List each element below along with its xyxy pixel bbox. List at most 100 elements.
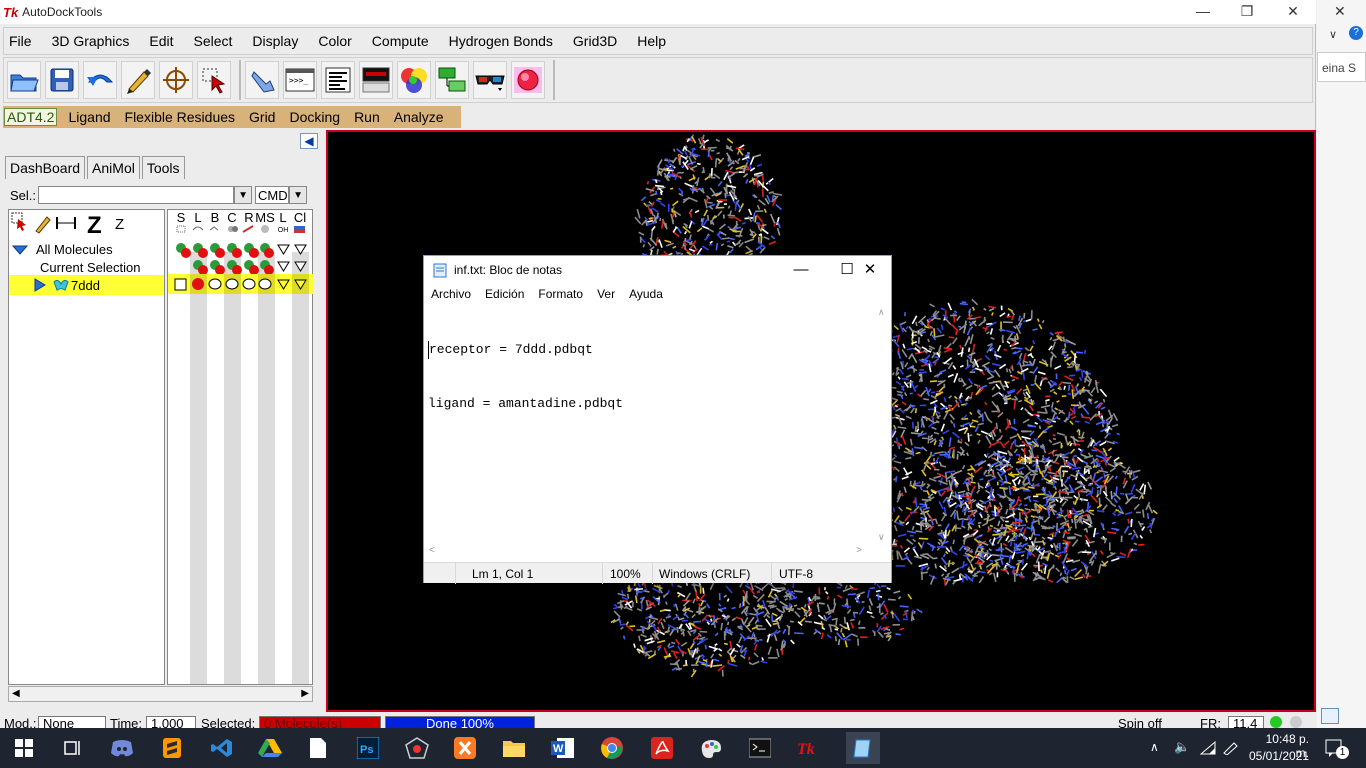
col-header-l: L <box>194 210 201 225</box>
cmd-dropdown-icon[interactable]: ▼ <box>289 186 308 204</box>
notepad-taskbar-icon[interactable] <box>846 732 880 764</box>
pencil-icon[interactable] <box>121 61 155 99</box>
toolbar-separator <box>239 60 241 100</box>
scroll-up-icon[interactable]: ∧ <box>878 307 885 318</box>
tree-row-7ddd[interactable]: 7ddd <box>9 275 164 295</box>
python-shell-icon[interactable]: >>>_ <box>283 61 317 99</box>
menu-file[interactable]: File <box>9 33 32 49</box>
notepad-title: inf.txt: Bloc de notas <box>454 263 563 277</box>
selection-row: Sel.: ▼ CMD ▼ <box>10 186 308 204</box>
menu-edit[interactable]: Edit <box>149 33 173 49</box>
windows-start-icon[interactable] <box>12 736 36 760</box>
adt-menu-flexible-residues[interactable]: Flexible Residues <box>125 109 236 125</box>
menu-hydrogen-bonds[interactable]: Hydrogen Bonds <box>449 33 553 49</box>
file-icon[interactable] <box>306 736 330 760</box>
notepad-horizontal-scrollbar[interactable]: < > <box>425 545 876 560</box>
adt-menu-bar: ADT4.2 Ligand Flexible Residues Grid Doc… <box>3 106 461 128</box>
adt-menu-docking[interactable]: Docking <box>289 109 340 125</box>
notepad-line-2: ligand = amantadine.pdbqt <box>428 396 624 411</box>
menu-color[interactable]: Color <box>318 33 351 49</box>
tk-app-icon[interactable]: Tk <box>797 736 821 760</box>
notepad-menu-edicion[interactable]: Edición <box>485 287 524 301</box>
google-drive-icon[interactable] <box>258 736 282 760</box>
vscode-icon[interactable] <box>210 736 234 760</box>
scroll-left-icon[interactable]: < <box>429 545 435 556</box>
network-icon[interactable] <box>435 61 469 99</box>
notepad-cursor-position: Lm 1, Col 1 <box>472 567 534 581</box>
notepad-close-button[interactable]: ✕ <box>847 256 893 284</box>
color-cube-icon[interactable] <box>397 61 431 99</box>
notepad-text-area[interactable]: receptor = 7ddd.pdbqt ligand = amantadin… <box>427 305 877 545</box>
stereo-glasses-icon[interactable] <box>473 61 507 99</box>
adt-menu-analyze[interactable]: Analyze <box>394 109 444 125</box>
monitor-icon[interactable] <box>359 61 393 99</box>
chevron-up-icon[interactable]: ∧ <box>1150 740 1159 754</box>
expand-arrow-icon[interactable] <box>12 244 28 256</box>
paint-icon[interactable] <box>699 736 723 760</box>
notepad-menu-ver[interactable]: Ver <box>597 287 615 301</box>
chevron-down-icon[interactable]: ∨ <box>1329 28 1337 41</box>
menu-compute[interactable]: Compute <box>372 33 429 49</box>
close-button[interactable]: ✕ <box>1270 0 1316 24</box>
cmd-combobox[interactable]: CMD <box>255 186 290 204</box>
molecule-surface-icon[interactable] <box>511 61 545 99</box>
maximize-button[interactable]: ❐ <box>1224 0 1270 24</box>
discord-icon[interactable] <box>110 736 134 760</box>
scroll-right-icon[interactable]: > <box>856 545 862 556</box>
adt-menu-run[interactable]: Run <box>354 109 380 125</box>
menu-help[interactable]: Help <box>637 33 666 49</box>
taskbar-clock-date[interactable]: 05/01/2021 <box>1249 749 1309 763</box>
collapse-panel-icon[interactable]: ◀ <box>300 133 318 149</box>
menu-display[interactable]: Display <box>252 33 298 49</box>
col-header-s: S <box>177 210 186 225</box>
adt-menu-grid[interactable]: Grid <box>249 109 275 125</box>
menu-3d-graphics[interactable]: 3D Graphics <box>52 33 130 49</box>
tab-tools[interactable]: Tools <box>141 156 185 179</box>
word-icon[interactable]: W <box>551 736 575 760</box>
notepad-minimize-button[interactable]: — <box>778 256 824 284</box>
menu-grid3d[interactable]: Grid3D <box>573 33 617 49</box>
tree-row-current-selection[interactable]: Current Selection <box>40 260 140 275</box>
crosshair-icon[interactable] <box>159 61 193 99</box>
tab-animol[interactable]: AniMol <box>87 156 140 179</box>
adt-menu-ligand[interactable]: Ligand <box>68 109 110 125</box>
file-explorer-icon[interactable] <box>502 736 526 760</box>
save-icon[interactable] <box>45 61 79 99</box>
view-mode-icon[interactable] <box>1321 708 1339 724</box>
background-user-label: eina S <box>1317 52 1366 82</box>
task-view-icon[interactable] <box>60 736 84 760</box>
select-pick-icon[interactable] <box>197 61 231 99</box>
molecular-viewer-icon[interactable] <box>405 736 429 760</box>
collapsed-arrow-icon[interactable] <box>33 278 47 292</box>
selection-input[interactable] <box>38 186 235 204</box>
dashboard-horizontal-scrollbar[interactable]: ◀ ▶ <box>8 686 313 702</box>
text-align-icon[interactable] <box>321 61 355 99</box>
notepad-menu-archivo[interactable]: Archivo <box>431 287 471 301</box>
notepad-vertical-scrollbar[interactable]: ∧ ∨ <box>875 305 890 545</box>
photoshop-icon[interactable]: Ps <box>356 736 380 760</box>
pen-workspace-icon[interactable] <box>1222 741 1240 755</box>
scroll-down-icon[interactable]: ∨ <box>878 532 885 543</box>
chrome-icon[interactable] <box>600 736 624 760</box>
xampp-icon[interactable] <box>453 736 477 760</box>
hand-pointer-icon[interactable] <box>245 61 279 99</box>
open-folder-icon[interactable] <box>7 61 41 99</box>
wifi-icon[interactable] <box>1200 741 1216 755</box>
terminal-icon[interactable] <box>748 736 772 760</box>
speaker-icon[interactable]: 🔈 <box>1174 739 1190 755</box>
tree-row-all-molecules[interactable]: All Molecules <box>12 242 113 257</box>
notepad-menu-ayuda[interactable]: Ayuda <box>629 287 663 301</box>
undo-icon[interactable] <box>83 61 117 99</box>
scroll-left-icon[interactable]: ◀ <box>12 688 20 699</box>
acrobat-icon[interactable] <box>650 736 674 760</box>
scroll-right-icon[interactable]: ▶ <box>301 688 309 699</box>
minimize-button[interactable]: — <box>1180 0 1226 24</box>
sublime-text-icon[interactable] <box>160 736 184 760</box>
menu-select[interactable]: Select <box>194 33 233 49</box>
notepad-line-1: receptor = 7ddd.pdbqt <box>428 341 877 359</box>
help-icon[interactable]: ? <box>1349 26 1363 40</box>
close-icon[interactable]: ✕ <box>1334 3 1346 20</box>
notepad-menu-formato[interactable]: Formato <box>538 287 583 301</box>
selection-dropdown-icon[interactable]: ▼ <box>234 186 253 204</box>
tab-dashboard[interactable]: DashBoard <box>5 156 86 179</box>
